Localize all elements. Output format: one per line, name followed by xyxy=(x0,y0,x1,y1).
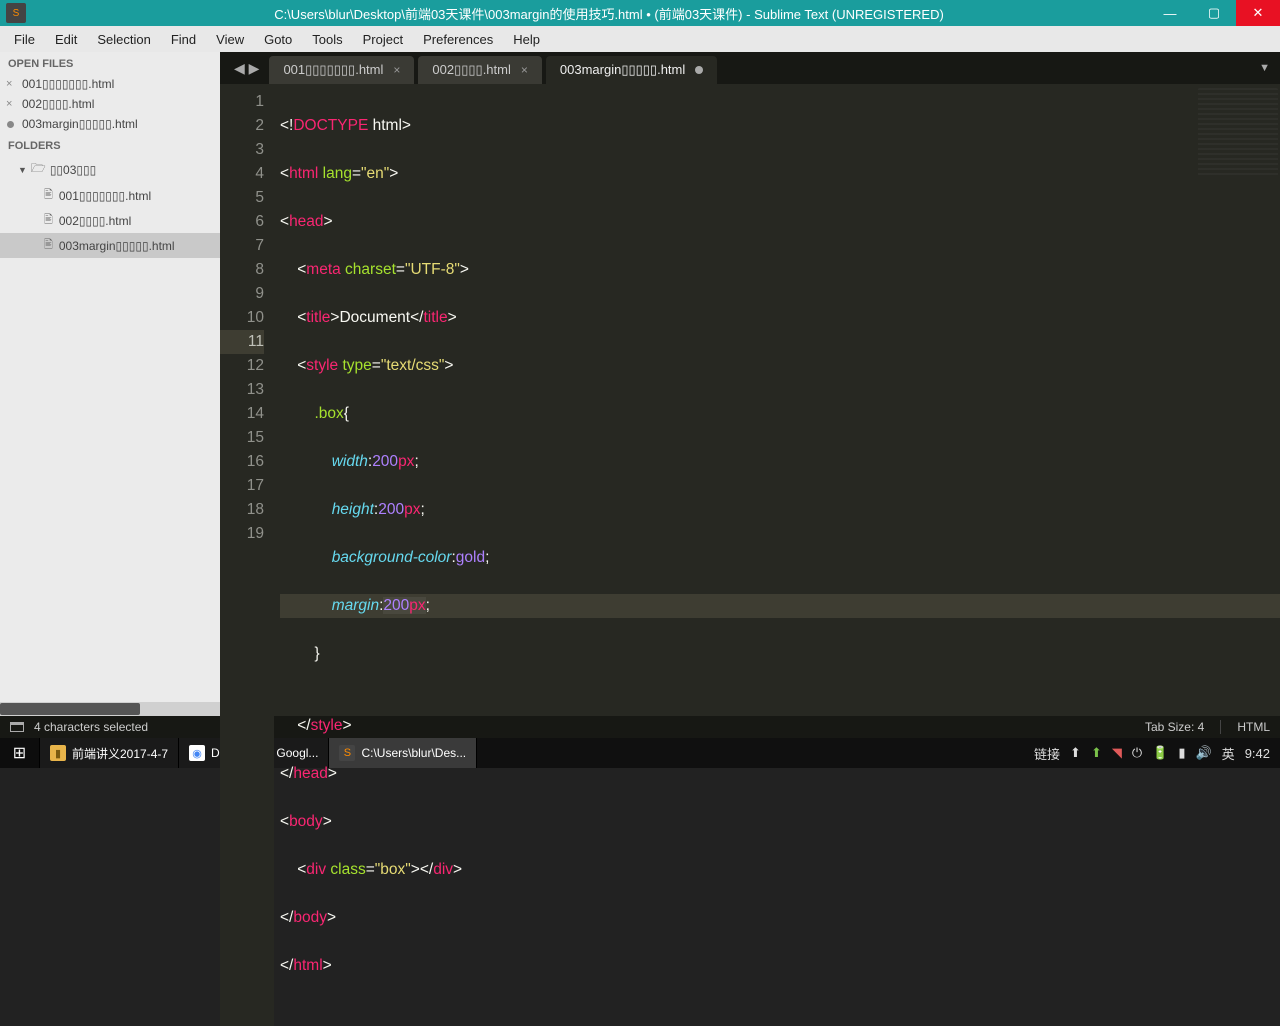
open-file-row[interactable]: × 002▯▯▯▯.html xyxy=(0,94,220,114)
tab-close-icon[interactable]: × xyxy=(521,63,528,77)
open-file-label: 003margin▯▯▯▯▯.html xyxy=(22,117,138,131)
folder-label: ▯▯03▯▯▯ xyxy=(50,163,96,177)
code-content[interactable]: <!DOCTYPE html> <html lang="en"> <head> … xyxy=(274,84,1280,1026)
tab-bar: ◀ ▶ 001▯▯▯▯▯▯▯.html × 002▯▯▯▯.html × 003… xyxy=(220,52,1280,84)
menu-find[interactable]: Find xyxy=(161,29,206,50)
folder-file-row[interactable]: 🖹 002▯▯▯▯.html xyxy=(0,208,220,233)
menu-selection[interactable]: Selection xyxy=(87,29,160,50)
folder-file-label: 002▯▯▯▯.html xyxy=(59,214,131,228)
code-area[interactable]: 12345678910111213141516171819 <!DOCTYPE … xyxy=(220,84,1280,1026)
editor-tab[interactable]: 003margin▯▯▯▯▯.html xyxy=(546,56,717,84)
open-file-row[interactable]: × 001▯▯▯▯▯▯▯.html xyxy=(0,74,220,94)
minimap[interactable] xyxy=(1198,88,1278,178)
window-titlebar: S C:\Users\blur\Desktop\前端03天课件\003margi… xyxy=(0,0,1280,26)
disclosure-triangle-icon[interactable]: ▼ xyxy=(18,165,27,175)
dirty-dot-icon xyxy=(695,66,703,74)
taskbar-item-label: 前端讲义2017-4-7 xyxy=(72,745,168,762)
taskbar-item[interactable]: ▮ 前端讲义2017-4-7 xyxy=(40,738,179,768)
menu-preferences[interactable]: Preferences xyxy=(413,29,503,50)
status-selection: 4 characters selected xyxy=(34,720,148,734)
folder-file-label: 003margin▯▯▯▯▯.html xyxy=(59,239,175,253)
tab-close-icon[interactable]: × xyxy=(393,63,400,77)
start-button[interactable]: ⊞ xyxy=(0,738,40,768)
main-area: OPEN FILES × 001▯▯▯▯▯▯▯.html × 002▯▯▯▯.h… xyxy=(0,52,1280,716)
minimize-button[interactable]: — xyxy=(1148,0,1192,26)
panel-switcher-icon[interactable] xyxy=(10,722,24,732)
menu-file[interactable]: File xyxy=(4,29,45,50)
menu-goto[interactable]: Goto xyxy=(254,29,302,50)
tab-label: 001▯▯▯▯▯▯▯.html xyxy=(283,62,383,78)
app-icon: S xyxy=(6,3,26,23)
open-file-row[interactable]: 003margin▯▯▯▯▯.html xyxy=(0,114,220,134)
folder-file-row[interactable]: 🖹 001▯▯▯▯▯▯▯.html xyxy=(0,183,220,208)
tab-overflow-icon[interactable]: ▼ xyxy=(1249,52,1280,84)
close-icon[interactable]: × xyxy=(6,98,12,110)
sidebar: OPEN FILES × 001▯▯▯▯▯▯▯.html × 002▯▯▯▯.h… xyxy=(0,52,220,716)
menu-view[interactable]: View xyxy=(206,29,254,50)
folder-row[interactable]: ▼ 🗁 ▯▯03▯▯▯ xyxy=(0,156,220,183)
file-icon: 🖹 xyxy=(44,211,53,230)
folder-file-label: 001▯▯▯▯▯▯▯.html xyxy=(59,189,151,203)
tab-history-nav[interactable]: ◀ ▶ xyxy=(226,52,267,84)
folders-header: FOLDERS xyxy=(0,134,220,156)
window-title: C:\Users\blur\Desktop\前端03天课件\003margin的… xyxy=(30,4,1148,23)
menu-tools[interactable]: Tools xyxy=(302,29,352,50)
open-file-label: 001▯▯▯▯▯▯▯.html xyxy=(22,77,114,91)
tab-label: 002▯▯▯▯.html xyxy=(432,62,510,78)
sidebar-scrollbar[interactable] xyxy=(0,702,220,716)
dirty-dot-icon xyxy=(7,121,14,128)
folder-icon: 🗁 xyxy=(31,159,46,180)
file-icon: 🖹 xyxy=(44,236,53,255)
folder-file-row[interactable]: 🖹 003margin▯▯▯▯▯.html xyxy=(0,233,220,258)
line-gutter: 12345678910111213141516171819 xyxy=(220,84,274,1026)
menu-edit[interactable]: Edit xyxy=(45,29,87,50)
close-icon[interactable]: × xyxy=(6,78,12,90)
tab-label: 003margin▯▯▯▯▯.html xyxy=(560,62,685,78)
scrollbar-thumb[interactable] xyxy=(0,703,140,715)
menu-bar: File Edit Selection Find View Goto Tools… xyxy=(0,26,1280,52)
file-icon: 🖹 xyxy=(44,186,53,205)
editor: ◀ ▶ 001▯▯▯▯▯▯▯.html × 002▯▯▯▯.html × 003… xyxy=(220,52,1280,716)
menu-help[interactable]: Help xyxy=(503,29,550,50)
open-file-label: 002▯▯▯▯.html xyxy=(22,97,94,111)
folder-icon: ▮ xyxy=(50,745,66,761)
editor-tab[interactable]: 001▯▯▯▯▯▯▯.html × xyxy=(269,56,414,84)
menu-project[interactable]: Project xyxy=(353,29,413,50)
chrome-icon: ◉ xyxy=(189,745,205,761)
open-files-header: OPEN FILES xyxy=(0,52,220,74)
maximize-button[interactable]: ▢ xyxy=(1192,0,1236,26)
close-button[interactable]: ✕ xyxy=(1236,0,1280,26)
editor-tab[interactable]: 002▯▯▯▯.html × xyxy=(418,56,542,84)
